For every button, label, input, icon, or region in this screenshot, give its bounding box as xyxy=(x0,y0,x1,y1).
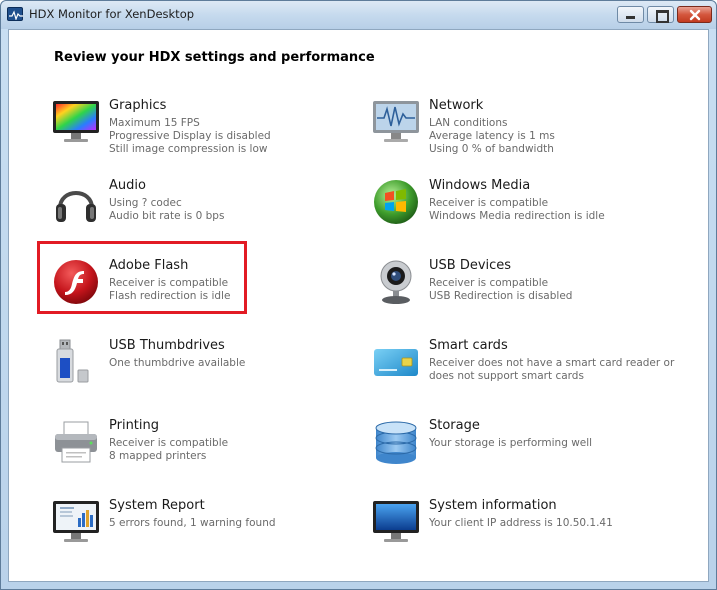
tile-detail: Progressive Display is disabled xyxy=(109,130,271,142)
tile-audio[interactable]: Audio Using ? codec Audio bit rate is 0 … xyxy=(52,178,372,248)
tile-title: System Report xyxy=(109,498,205,513)
page-title: Review your HDX settings and performance xyxy=(54,50,375,65)
tile-detail: One thumbdrive available xyxy=(109,357,246,369)
tile-detail: Receiver does not have a smart card read… xyxy=(429,357,675,369)
tile-title: USB Thumbdrives xyxy=(109,338,225,353)
tile-detail: Audio bit rate is 0 bps xyxy=(109,210,225,222)
tile-title: Smart cards xyxy=(429,338,508,353)
tile-detail: Using 0 % of bandwidth xyxy=(429,143,554,155)
tile-detail: Your storage is performing well xyxy=(429,437,593,449)
report-monitor-icon xyxy=(53,501,99,542)
close-button[interactable] xyxy=(677,6,712,23)
app-logo-icon xyxy=(7,7,23,21)
tile-detail: Average latency is 1 ms xyxy=(429,130,555,142)
headphones-icon xyxy=(56,191,96,222)
tile-detail: does not support smart cards xyxy=(429,370,584,382)
tile-usb-devices[interactable]: USB Devices Receiver is compatible USB R… xyxy=(372,258,692,328)
maximize-button[interactable] xyxy=(647,6,674,23)
printer-icon xyxy=(55,421,97,463)
window-title: HDX Monitor for XenDesktop xyxy=(29,7,195,21)
tile-detail: Windows Media redirection is idle xyxy=(429,210,605,222)
storage-icon xyxy=(375,421,417,464)
windows-media-icon xyxy=(374,180,418,224)
tile-windows-media[interactable]: Windows Media Receiver is compatible Win… xyxy=(372,178,692,248)
main-panel: Review your HDX settings and performance xyxy=(8,29,709,582)
monitor-icon xyxy=(53,101,99,142)
system-monitor-icon xyxy=(373,501,419,542)
tile-detail: Your client IP address is 10.50.1.41 xyxy=(429,517,613,529)
tile-network[interactable]: Network LAN conditions Average latency i… xyxy=(372,98,692,168)
tile-title: Printing xyxy=(109,418,160,433)
close-icon xyxy=(689,9,701,21)
tile-title: Windows Media xyxy=(429,178,531,193)
tile-detail: Receiver is compatible xyxy=(429,197,549,209)
tile-smart-cards[interactable]: Smart cards Receiver does not have a sma… xyxy=(372,338,692,408)
tile-printing[interactable]: Printing Receiver is compatible 8 mapped… xyxy=(52,418,372,488)
tile-graphics[interactable]: Graphics Maximum 15 FPS Progressive Disp… xyxy=(52,98,372,168)
tile-detail: Using ? codec xyxy=(109,197,182,209)
tile-detail: Receiver is compatible xyxy=(429,277,549,289)
app-window: HDX Monitor for XenDesktop Review your H… xyxy=(0,0,717,590)
tile-detail: 5 errors found, 1 warning found xyxy=(109,517,276,529)
network-monitor-icon xyxy=(373,101,419,142)
tile-title: Network xyxy=(429,98,484,113)
tile-detail: 8 mapped printers xyxy=(109,450,207,462)
tile-system-information[interactable]: System information Your client IP addres… xyxy=(372,498,692,568)
usb-drive-icon xyxy=(56,339,89,383)
tile-title: Storage xyxy=(429,418,480,433)
tile-storage[interactable]: Storage Your storage is performing well xyxy=(372,418,692,488)
title-bar[interactable]: HDX Monitor for XenDesktop xyxy=(1,1,716,29)
tile-detail: USB Redirection is disabled xyxy=(429,290,573,302)
tile-detail: Still image compression is low xyxy=(109,143,268,155)
tile-title: Audio xyxy=(109,178,146,193)
tile-usb-thumbdrives[interactable]: USB Thumbdrives One thumbdrive available xyxy=(52,338,372,408)
minimize-button[interactable] xyxy=(617,6,644,23)
tile-title: Graphics xyxy=(109,98,167,113)
webcam-icon xyxy=(380,260,412,304)
tile-title: System information xyxy=(429,498,557,513)
tile-detail: Receiver is compatible xyxy=(109,437,229,449)
tile-title: USB Devices xyxy=(429,258,512,273)
smart-card-icon xyxy=(374,349,418,376)
tile-detail: LAN conditions xyxy=(429,117,508,129)
selection-highlight xyxy=(37,241,247,314)
tile-detail: Maximum 15 FPS xyxy=(109,117,200,129)
tile-system-report[interactable]: System Report 5 errors found, 1 warning … xyxy=(52,498,372,568)
